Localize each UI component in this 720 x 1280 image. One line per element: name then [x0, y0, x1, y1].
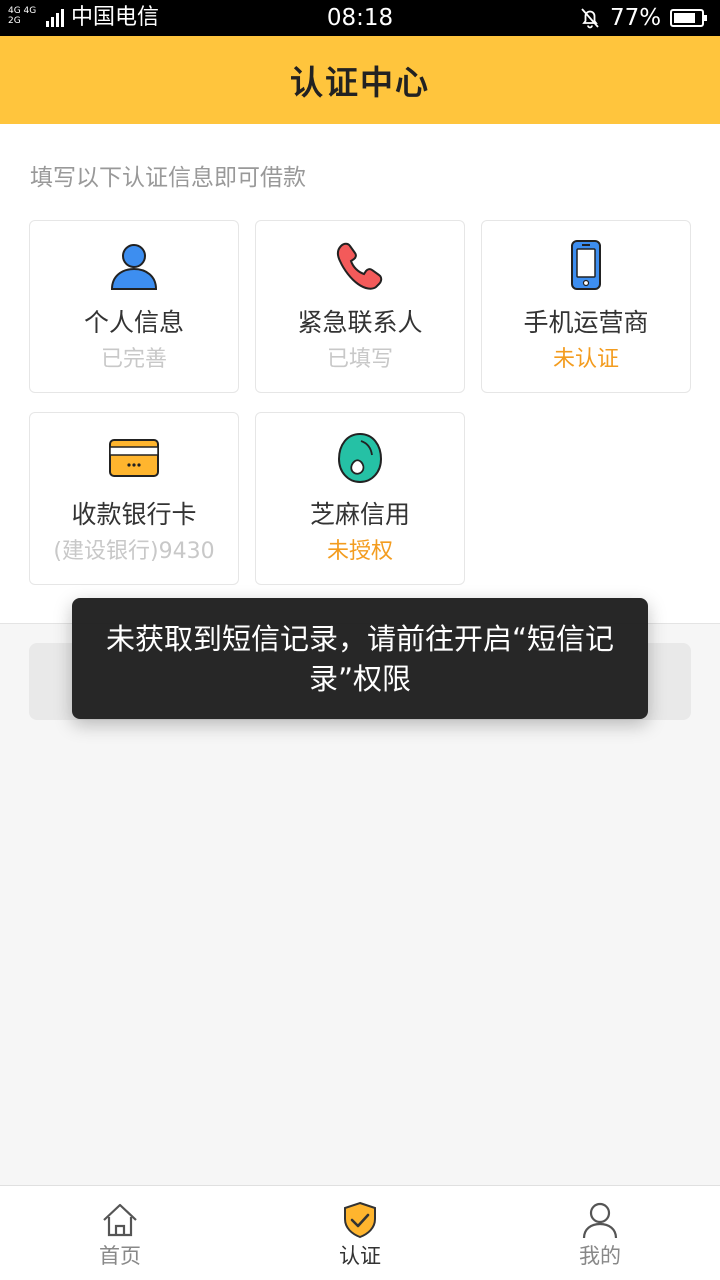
bell-muted-icon	[581, 8, 599, 29]
battery-icon	[670, 9, 707, 27]
phone-icon	[336, 242, 383, 290]
toast-message: 未获取到短信记录，请前往开启“短信记录”权限	[72, 598, 648, 719]
card-mobile-operator[interactable]: 手机运营商 未认证	[481, 220, 691, 393]
card-status: 未认证	[552, 347, 619, 372]
shield-check-icon	[344, 1201, 376, 1239]
tab-label: 我的	[579, 1244, 621, 1268]
instruction-text: 填写以下认证信息即可借款	[30, 165, 306, 191]
bank-card-icon	[109, 439, 159, 477]
card-status: 已填写	[326, 347, 393, 372]
tab-home[interactable]: 首页	[0, 1186, 240, 1280]
battery-percent: 77%	[610, 5, 662, 31]
toast-text: 未获取到短信记录，请前往开启“短信记录”权限	[105, 621, 615, 696]
card-title: 手机运营商	[523, 308, 649, 337]
card-status: 未授权	[326, 539, 393, 564]
card-personal-info[interactable]: 个人信息 已完善	[29, 220, 239, 393]
app-header: 认证中心	[0, 36, 720, 124]
card-title: 个人信息	[83, 308, 184, 337]
card-sesame-credit[interactable]: 芝麻信用 未授权	[255, 412, 465, 585]
card-title: 紧急联系人	[297, 308, 423, 337]
mobile-icon	[571, 240, 601, 290]
card-title: 芝麻信用	[309, 500, 410, 529]
card-status: 已完善	[100, 347, 167, 372]
certification-panel: 填写以下认证信息即可借款 个人信息 已完善 紧急联系人 已填写 手机运营商 未认…	[0, 124, 720, 624]
tab-label: 首页	[99, 1244, 141, 1268]
user-icon	[582, 1202, 618, 1239]
page-title: 认证中心	[290, 63, 430, 102]
sesame-credit-icon	[337, 432, 383, 484]
person-icon	[110, 244, 158, 290]
tab-mine[interactable]: 我的	[480, 1186, 720, 1280]
home-icon	[103, 1203, 137, 1237]
tab-label: 认证	[339, 1244, 381, 1268]
tab-certification[interactable]: 认证	[240, 1186, 480, 1280]
card-status: (建设银行)9430	[53, 539, 215, 564]
card-emergency-contact[interactable]: 紧急联系人 已填写	[255, 220, 465, 393]
card-bank-card[interactable]: 收款银行卡 (建设银行)9430	[29, 412, 239, 585]
card-title: 收款银行卡	[71, 500, 197, 529]
status-bar: 4G 4G 2G 中国电信 08:18 77%	[0, 0, 720, 36]
bottom-navigation: 首页 认证 我的	[0, 1185, 720, 1280]
